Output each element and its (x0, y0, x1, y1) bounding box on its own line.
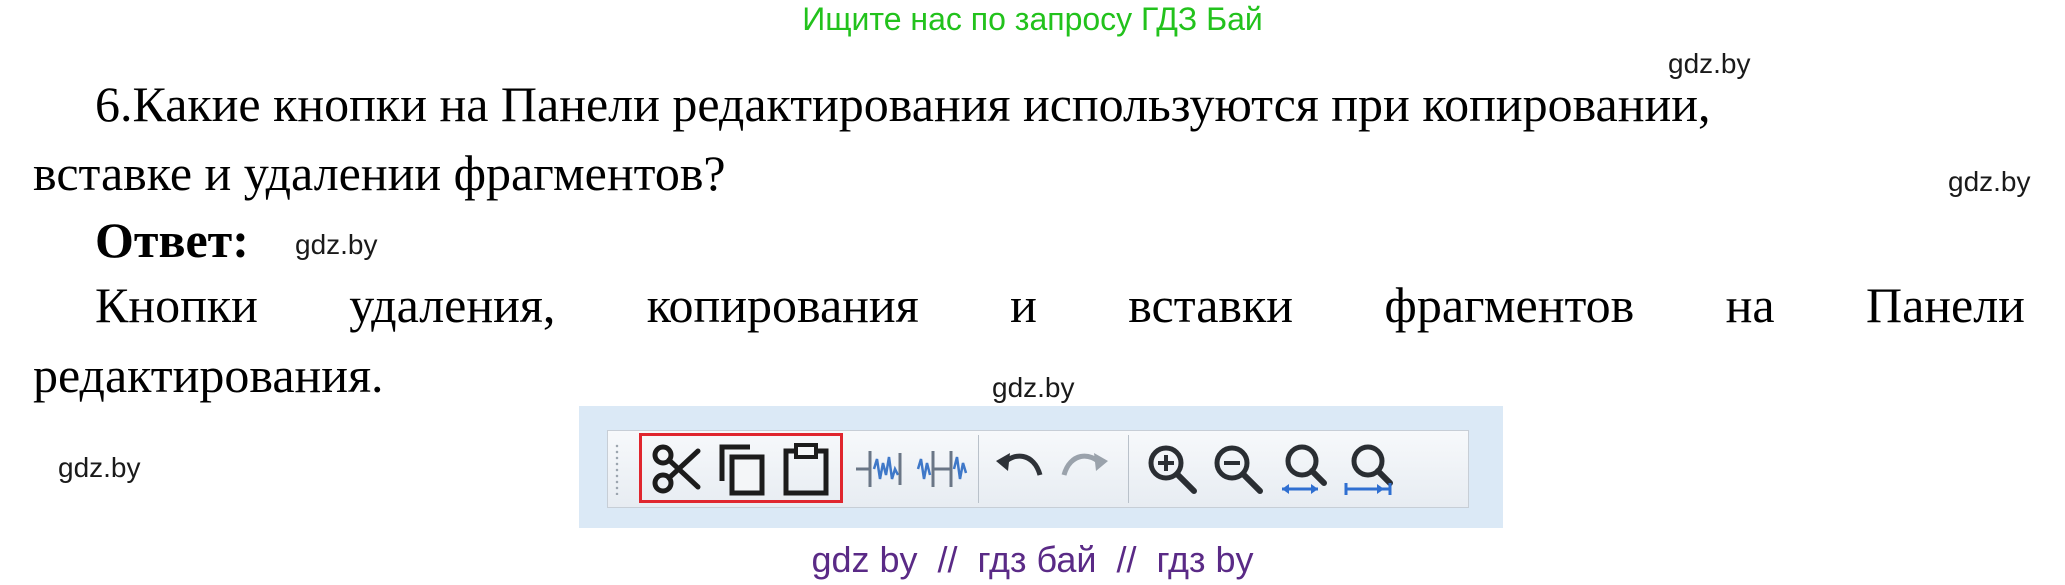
paste-icon (783, 443, 829, 496)
answer-label: Ответ: (95, 212, 249, 268)
fit-selection-icon (1282, 444, 1327, 494)
trim-button[interactable] (850, 439, 910, 499)
toolbar-grip[interactable] (614, 443, 620, 495)
answer-word: вставки (1128, 277, 1294, 333)
redo-icon (1061, 453, 1108, 476)
watermark: gdz.by (295, 229, 378, 260)
paste-button[interactable] (776, 439, 836, 499)
question-line-1: 6.Какие кнопки на Панели редактирования … (95, 76, 1711, 132)
undo-icon (996, 453, 1043, 476)
cut-button[interactable] (646, 439, 706, 499)
answer-word: фрагментов (1384, 277, 1635, 333)
copy-button[interactable] (712, 439, 772, 499)
fit-project-button[interactable] (1338, 439, 1398, 499)
question-line-2: вставке и удалении фрагментов? (33, 145, 726, 201)
scissors-icon (652, 444, 701, 494)
silence-icon (916, 451, 968, 487)
zoom-out-icon (1214, 445, 1263, 494)
watermark: gdz.by (58, 452, 141, 483)
trim-left-icon (856, 451, 902, 487)
answer-word: Панели (1865, 277, 2025, 333)
edit-toolbar-image (579, 406, 1503, 528)
zoom-in-button[interactable] (1142, 439, 1202, 499)
edit-toolbar (607, 430, 1469, 508)
undo-button[interactable] (990, 439, 1050, 499)
watermark: gdz.by (992, 372, 1075, 403)
answer-word: удаления, (349, 277, 556, 333)
answer-line-1: Кнопки удаления, копирования и вставки ф… (95, 275, 2025, 335)
fit-project-icon (1344, 444, 1393, 495)
zoom-out-button[interactable] (1208, 439, 1268, 499)
answer-word: и (1010, 277, 1037, 333)
toolbar-separator (1128, 435, 1129, 503)
redo-button[interactable] (1054, 439, 1114, 499)
toolbar-separator (978, 435, 979, 503)
watermark: gdz.by (1948, 166, 2031, 197)
top-banner: Ищите нас по запросу ГДЗ Бай (802, 1, 1263, 37)
fit-selection-button[interactable] (1274, 439, 1334, 499)
silence-button[interactable] (912, 439, 972, 499)
footer-watermark: gdz by // гдз бай // гдз by (811, 539, 1254, 580)
answer-word: копирования (646, 277, 919, 333)
copy-icon (719, 444, 765, 496)
zoom-in-icon (1148, 445, 1197, 494)
answer-line-2: редактирования. (33, 347, 384, 403)
answer-word: Кнопки (95, 277, 258, 333)
answer-word: на (1725, 277, 1775, 333)
